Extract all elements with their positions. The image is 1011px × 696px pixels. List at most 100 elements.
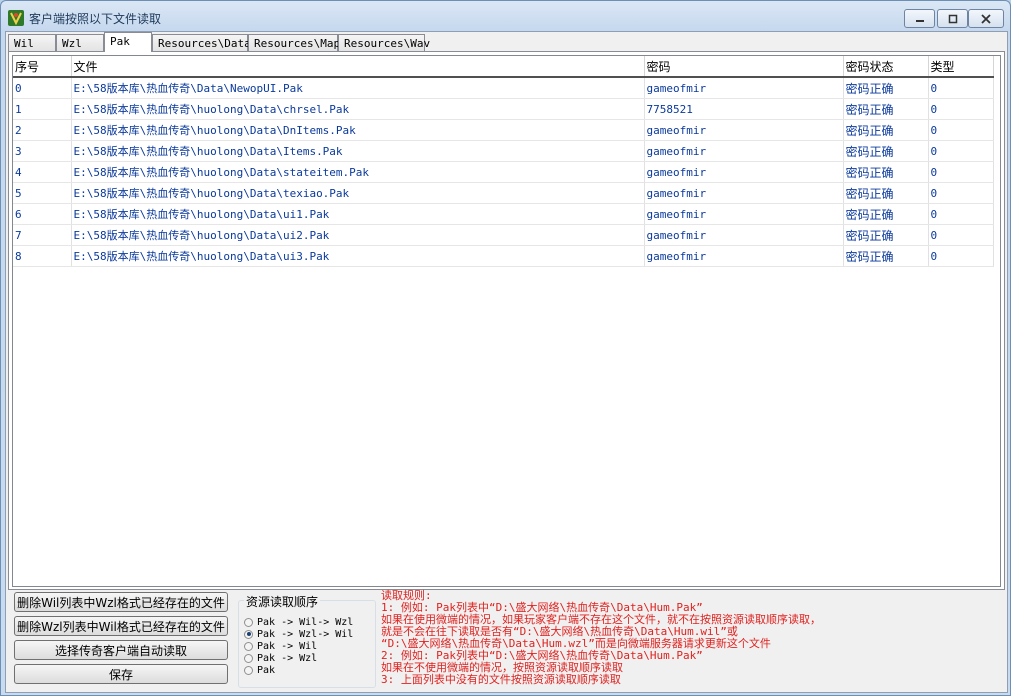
table-row[interactable]: 8 E:\58版本库\热血传奇\huolong\Data\ui3.Pak gameo…	[13, 245, 994, 267]
table-row[interactable]: 6 E:\58版本库\热血传奇\huolong\Data\ui1.Pak gameo…	[13, 203, 994, 225]
cell-file: E:\58版本库\热血传奇\huolong\Data\stateitem.Pak	[71, 161, 645, 183]
read-order-option-label: Pak -> Wzl	[257, 652, 318, 664]
cell-type: 0	[928, 203, 994, 225]
cell-password-status: 密码正确	[843, 203, 929, 225]
cell-password: gameofmir	[644, 161, 844, 183]
cell-password: gameofmir	[644, 182, 844, 204]
auto-read-client-button[interactable]: 选择传奇客户端自动读取	[14, 640, 228, 660]
cell-index: 4	[13, 161, 72, 183]
title-bar[interactable]: 客户端按照以下文件读取	[1, 1, 1010, 33]
delete-wzl-duplicates-button[interactable]: 删除Wzl列表中Wil格式已经存在的文件	[14, 616, 228, 636]
cell-type: 0	[928, 77, 994, 99]
cell-password-status: 密码正确	[843, 77, 929, 99]
cell-password-status: 密码正确	[843, 245, 929, 267]
read-order-option-label: Pak -> Wzl-> Wil	[257, 628, 354, 640]
table-row[interactable]: 1 E:\58版本库\热血传奇\huolong\Data\chrsel.Pak 77…	[13, 98, 994, 120]
radio-icon[interactable]	[244, 617, 253, 627]
read-order-option[interactable]: Pak -> Wzl	[244, 652, 317, 664]
read-order-option[interactable]: Pak -> Wzl-> Wil	[244, 628, 353, 640]
table-row[interactable]: 7 E:\58版本库\热血传奇\huolong\Data\ui2.Pak gameo…	[13, 224, 994, 246]
cell-password-status: 密码正确	[843, 140, 929, 162]
cell-file: E:\58版本库\热血传奇\Data\NewopUI.Pak	[71, 77, 645, 99]
delete-wil-duplicates-button[interactable]: 删除Wil列表中Wzl格式已经存在的文件	[14, 592, 228, 612]
cell-index: 7	[13, 224, 72, 246]
cell-index: 8	[13, 245, 72, 267]
minimize-button[interactable]	[904, 9, 935, 28]
cell-type: 0	[928, 119, 994, 141]
cell-file: E:\58版本库\热血传奇\huolong\Data\ui2.Pak	[71, 224, 645, 246]
read-order-title: 资源读取顺序	[244, 593, 321, 610]
radio-icon[interactable]	[244, 641, 253, 651]
table-row[interactable]: 2 E:\58版本库\热血传奇\huolong\Data\DnItems.Pak g…	[13, 119, 994, 141]
pak-file-list[interactable]: 序号 文件 密码 密码状态 类型 0 E:\58版本库\热血传奇\Data\New…	[12, 55, 1001, 587]
radio-icon[interactable]	[244, 665, 253, 675]
tab-resources-data[interactable]: Resources\Data	[152, 34, 251, 51]
maximize-icon	[948, 14, 957, 23]
cell-password: gameofmir	[644, 119, 844, 141]
close-icon	[981, 13, 991, 24]
cell-password: 7758521	[644, 98, 844, 120]
app-icon	[8, 10, 24, 26]
pak-table: 序号 文件 密码 密码状态 类型 0 E:\58版本库\热血传奇\Data\New…	[13, 56, 994, 267]
cell-type: 0	[928, 140, 994, 162]
cell-password: gameofmir	[644, 224, 844, 246]
cell-file: E:\58版本库\热血传奇\huolong\Data\Items.Pak	[71, 140, 645, 162]
table-row[interactable]: 4 E:\58版本库\热血传奇\huolong\Data\stateitem.Pa…	[13, 161, 994, 183]
cell-password-status: 密码正确	[843, 98, 929, 120]
cell-type: 0	[928, 245, 994, 267]
cell-index: 0	[13, 77, 72, 99]
maximize-button[interactable]	[937, 9, 968, 28]
table-row[interactable]: 0 E:\58版本库\热血传奇\Data\NewopUI.Pak gameofmir…	[13, 77, 994, 99]
read-order-option[interactable]: Pak -> Wil	[244, 640, 317, 652]
bottom-panel: 删除Wil列表中Wzl格式已经存在的文件 删除Wzl列表中Wil格式已经存在的文…	[6, 588, 1007, 692]
cell-type: 0	[928, 161, 994, 183]
cell-type: 0	[928, 224, 994, 246]
rule-line: 3: 上面列表中没有的文件按照资源读取顺序读取	[381, 673, 621, 686]
client-area: Wil Wzl Pak Resources\Data Resources\Map…	[5, 31, 1008, 693]
read-order-option-label: Pak -> Wil-> Wzl	[257, 616, 354, 628]
table-row[interactable]: 3 E:\58版本库\热血传奇\huolong\Data\Items.Pak gam…	[13, 140, 994, 162]
column-header-password[interactable]: 密码	[644, 56, 844, 78]
cell-password-status: 密码正确	[843, 224, 929, 246]
column-header-type[interactable]: 类型	[928, 56, 994, 78]
read-order-option[interactable]: Pak	[244, 664, 275, 676]
cell-index: 2	[13, 119, 72, 141]
radio-icon[interactable]	[244, 629, 253, 639]
tab-resources-map[interactable]: Resources\Map	[248, 34, 340, 51]
cell-file: E:\58版本库\热血传奇\huolong\Data\chrsel.Pak	[71, 98, 645, 120]
cell-file: E:\58版本库\热血传奇\huolong\Data\texiao.Pak	[71, 182, 645, 204]
radio-icon[interactable]	[244, 653, 253, 663]
column-header-password-status[interactable]: 密码状态	[843, 56, 929, 78]
cell-index: 3	[13, 140, 72, 162]
read-order-option-label: Pak -> Wil	[257, 640, 318, 652]
cell-file: E:\58版本库\热血传奇\huolong\Data\DnItems.Pak	[71, 119, 645, 141]
minimize-icon	[915, 19, 924, 22]
cell-type: 0	[928, 98, 994, 120]
save-button[interactable]: 保存	[14, 664, 228, 684]
tab-wil[interactable]: Wil	[8, 34, 56, 51]
cell-index: 1	[13, 98, 72, 120]
table-row[interactable]: 5 E:\58版本库\热血传奇\huolong\Data\texiao.Pak ga…	[13, 182, 994, 204]
tab-pak[interactable]: Pak	[104, 32, 152, 52]
read-order-option-label: Pak	[257, 664, 276, 676]
column-header-file[interactable]: 文件	[71, 56, 645, 78]
cell-type: 0	[928, 182, 994, 204]
read-order-option[interactable]: Pak -> Wil-> Wzl	[244, 616, 353, 628]
tab-wzl[interactable]: Wzl	[56, 34, 104, 51]
cell-password-status: 密码正确	[843, 161, 929, 183]
close-button[interactable]	[968, 9, 1004, 28]
column-header-index[interactable]: 序号	[13, 56, 72, 78]
cell-password-status: 密码正确	[843, 119, 929, 141]
table-header: 序号 文件 密码 密码状态 类型	[13, 56, 994, 78]
tab-panel-pak: 序号 文件 密码 密码状态 类型 0 E:\58版本库\热血传奇\Data\New…	[8, 51, 1005, 590]
cell-index: 6	[13, 203, 72, 225]
cell-password: gameofmir	[644, 140, 844, 162]
cell-file: E:\58版本库\热血传奇\huolong\Data\ui3.Pak	[71, 245, 645, 267]
cell-password-status: 密码正确	[843, 182, 929, 204]
cell-password: gameofmir	[644, 245, 844, 267]
cell-password: gameofmir	[644, 77, 844, 99]
tab-resources-wav[interactable]: Resources\Wav	[338, 34, 430, 51]
cell-password: gameofmir	[644, 203, 844, 225]
cell-file: E:\58版本库\热血传奇\huolong\Data\ui1.Pak	[71, 203, 645, 225]
window-title: 客户端按照以下文件读取	[29, 12, 162, 26]
